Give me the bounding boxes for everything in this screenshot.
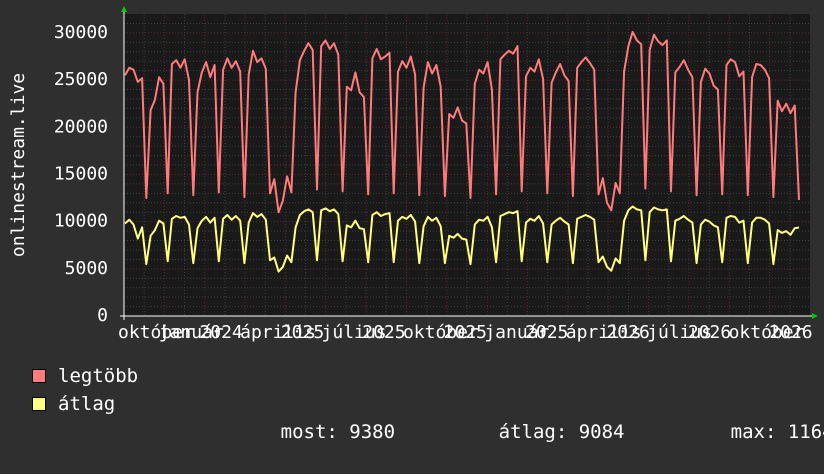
x-ticks: októberjanuár2024április2025július2025ok… — [118, 322, 813, 343]
legend-swatch-max — [32, 369, 46, 383]
x-tick-label: 2025 — [525, 322, 568, 343]
stat-now-value: 9380 — [349, 421, 396, 443]
x-tick-label: 2026 — [688, 322, 731, 343]
legend-item-max: legtöbb — [32, 362, 138, 390]
y-tick-label: 5000 — [65, 258, 108, 279]
legend-swatch-avg — [32, 397, 46, 411]
legend-label-avg: átlag — [58, 393, 116, 415]
y-ticks: 0 5000 10000 15000 20000 25000 30000 — [54, 22, 108, 326]
legend-label-max: legtöbb — [58, 365, 139, 387]
x-axis-arrow — [812, 313, 818, 319]
y-axis-arrow — [121, 6, 127, 12]
x-tick-label: 2026 — [606, 322, 649, 343]
y-axis-label: onlinestream.live — [8, 73, 29, 257]
stat-avg-label: átlag: — [498, 421, 568, 443]
stat-now-label: most: — [280, 421, 338, 443]
stat-avg-value: 9084 — [578, 421, 625, 443]
y-tick-label: 0 — [97, 305, 108, 326]
stat-max-label: max: — [730, 421, 777, 443]
y-tick-label: 25000 — [54, 69, 108, 90]
y-tick-label: 30000 — [54, 22, 108, 43]
y-tick-label: 20000 — [54, 116, 108, 137]
stat-max: max: 11642 — [662, 390, 824, 474]
x-tick-label: 2025 — [444, 322, 487, 343]
y-tick-label: 10000 — [54, 211, 108, 232]
legend: legtöbb átlag most: 9380 átlag: 9084 max… — [32, 362, 824, 443]
y-tick-label: 15000 — [54, 163, 108, 184]
stat-max-value: 11642 — [787, 421, 824, 443]
x-tick-label: 2025 — [281, 322, 324, 343]
legend-item-avg: átlag most: 9380 átlag: 9084 max: 11642 — [32, 390, 824, 443]
stat-avg: átlag: 9084 — [430, 390, 625, 474]
x-tick-label: 2024 — [199, 322, 242, 343]
stat-now: most: 9380 — [212, 390, 395, 474]
x-tick-label: 2026 — [769, 322, 812, 343]
x-tick-label: 2025 — [362, 322, 405, 343]
